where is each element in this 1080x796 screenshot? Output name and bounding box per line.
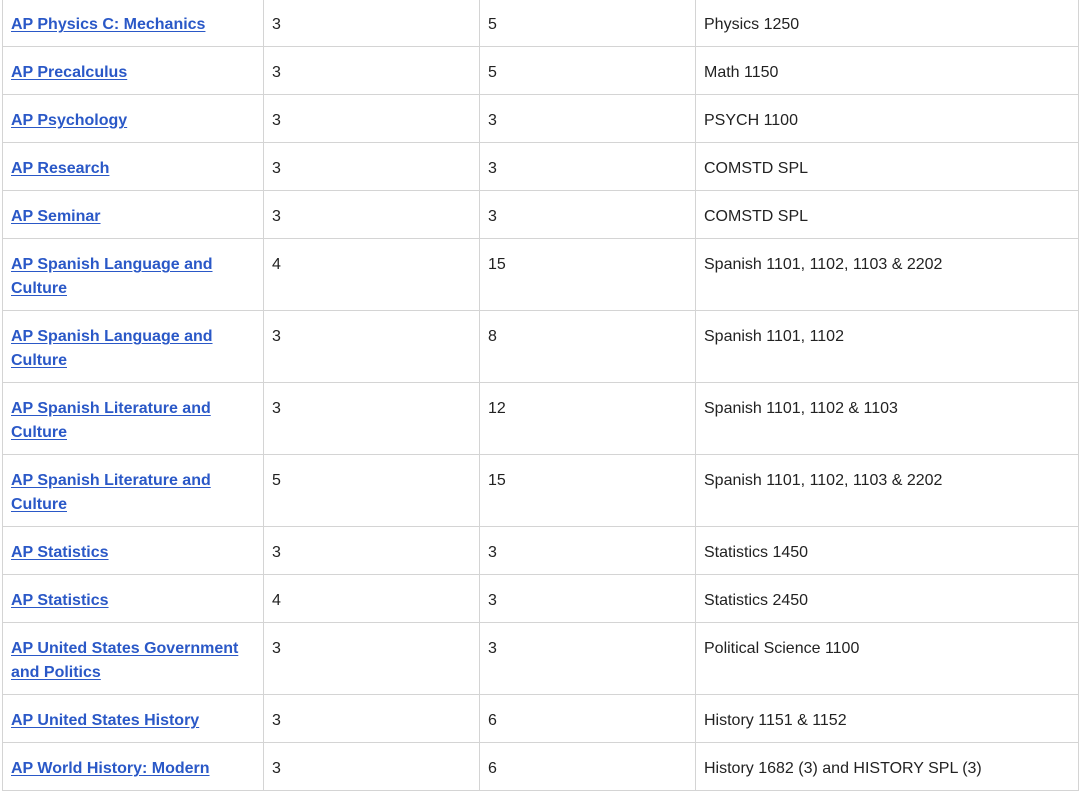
credits-cell: 3 — [479, 142, 696, 191]
credits-cell: 15 — [479, 238, 696, 311]
score-cell: 4 — [263, 574, 480, 623]
score-cell: 3 — [263, 310, 480, 383]
exam-link[interactable]: AP United States History — [11, 712, 199, 729]
table-row: AP Research 3 3 COMSTD SPL — [2, 142, 1079, 191]
table-row: AP Spanish Language and Culture 3 8 Span… — [2, 310, 1079, 383]
equivalent-cell: COMSTD SPL — [695, 190, 1079, 239]
equivalent-cell: Spanish 1101, 1102 & 1103 — [695, 382, 1079, 455]
credits-cell: 3 — [479, 622, 696, 695]
table-row: AP Seminar 3 3 COMSTD SPL — [2, 190, 1079, 239]
score-cell: 3 — [263, 0, 480, 47]
credits-cell: 6 — [479, 742, 696, 791]
exam-link[interactable]: AP United States Government and Politics — [11, 640, 238, 681]
score-cell: 3 — [263, 382, 480, 455]
exam-cell: AP Research — [2, 142, 264, 191]
equivalent-cell: Spanish 1101, 1102 — [695, 310, 1079, 383]
ap-credit-table-body: AP Physics C: Mechanics 3 5 Physics 1250… — [2, 0, 1079, 791]
credits-cell: 12 — [479, 382, 696, 455]
credits-cell: 15 — [479, 454, 696, 527]
table-row: AP Statistics 3 3 Statistics 1450 — [2, 526, 1079, 575]
score-cell: 3 — [263, 46, 480, 95]
exam-cell: AP Spanish Language and Culture — [2, 310, 264, 383]
exam-link[interactable]: AP Physics C: Mechanics — [11, 16, 205, 33]
exam-link[interactable]: AP Seminar — [11, 208, 101, 225]
score-cell: 3 — [263, 526, 480, 575]
exam-link[interactable]: AP Spanish Literature and Culture — [11, 400, 211, 441]
table-row: AP United States Government and Politics… — [2, 622, 1079, 695]
table-row: AP Spanish Literature and Culture 3 12 S… — [2, 382, 1079, 455]
credits-cell: 6 — [479, 694, 696, 743]
equivalent-cell: Spanish 1101, 1102, 1103 & 2202 — [695, 454, 1079, 527]
credits-cell: 8 — [479, 310, 696, 383]
equivalent-cell: PSYCH 1100 — [695, 94, 1079, 143]
exam-cell: AP Spanish Language and Culture — [2, 238, 264, 311]
equivalent-cell: Spanish 1101, 1102, 1103 & 2202 — [695, 238, 1079, 311]
table-row: AP United States History 3 6 History 115… — [2, 694, 1079, 743]
equivalent-cell: Statistics 1450 — [695, 526, 1079, 575]
score-cell: 3 — [263, 742, 480, 791]
score-cell: 3 — [263, 142, 480, 191]
exam-cell: AP Physics C: Mechanics — [2, 0, 264, 47]
exam-link[interactable]: AP Psychology — [11, 112, 127, 129]
equivalent-cell: History 1151 & 1152 — [695, 694, 1079, 743]
exam-cell: AP World History: Modern — [2, 742, 264, 791]
exam-link[interactable]: AP World History: Modern — [11, 760, 210, 777]
exam-link[interactable]: AP Spanish Language and Culture — [11, 328, 213, 369]
exam-cell: AP United States Government and Politics — [2, 622, 264, 695]
exam-link[interactable]: AP Spanish Language and Culture — [11, 256, 213, 297]
credits-cell: 3 — [479, 526, 696, 575]
score-cell: 3 — [263, 94, 480, 143]
score-cell: 3 — [263, 694, 480, 743]
score-cell: 4 — [263, 238, 480, 311]
exam-cell: AP United States History — [2, 694, 264, 743]
exam-cell: AP Spanish Literature and Culture — [2, 382, 264, 455]
score-cell: 3 — [263, 622, 480, 695]
table-row: AP Spanish Language and Culture 4 15 Spa… — [2, 238, 1079, 311]
credits-cell: 5 — [479, 46, 696, 95]
exam-link[interactable]: AP Spanish Literature and Culture — [11, 472, 211, 513]
equivalent-cell: Physics 1250 — [695, 0, 1079, 47]
equivalent-cell: COMSTD SPL — [695, 142, 1079, 191]
score-cell: 3 — [263, 190, 480, 239]
exam-link[interactable]: AP Research — [11, 160, 109, 177]
equivalent-cell: History 1682 (3) and HISTORY SPL (3) — [695, 742, 1079, 791]
exam-cell: AP Statistics — [2, 526, 264, 575]
credits-cell: 3 — [479, 574, 696, 623]
table-row: AP Psychology 3 3 PSYCH 1100 — [2, 94, 1079, 143]
equivalent-cell: Statistics 2450 — [695, 574, 1079, 623]
exam-cell: AP Precalculus — [2, 46, 264, 95]
exam-link[interactable]: AP Statistics — [11, 544, 109, 561]
score-cell: 5 — [263, 454, 480, 527]
exam-cell: AP Seminar — [2, 190, 264, 239]
table-row: AP Physics C: Mechanics 3 5 Physics 1250 — [2, 0, 1079, 47]
equivalent-cell: Political Science 1100 — [695, 622, 1079, 695]
exam-cell: AP Statistics — [2, 574, 264, 623]
exam-link[interactable]: AP Statistics — [11, 592, 109, 609]
credits-cell: 3 — [479, 94, 696, 143]
equivalent-cell: Math 1150 — [695, 46, 1079, 95]
table-row: AP Precalculus 3 5 Math 1150 — [2, 46, 1079, 95]
exam-link[interactable]: AP Precalculus — [11, 64, 127, 81]
ap-credit-table: AP Physics C: Mechanics 3 5 Physics 1250… — [2, 0, 1079, 791]
exam-cell: AP Psychology — [2, 94, 264, 143]
credits-cell: 3 — [479, 190, 696, 239]
table-row: AP World History: Modern 3 6 History 168… — [2, 742, 1079, 791]
table-row: AP Statistics 4 3 Statistics 2450 — [2, 574, 1079, 623]
table-row: AP Spanish Literature and Culture 5 15 S… — [2, 454, 1079, 527]
exam-cell: AP Spanish Literature and Culture — [2, 454, 264, 527]
credits-cell: 5 — [479, 0, 696, 47]
